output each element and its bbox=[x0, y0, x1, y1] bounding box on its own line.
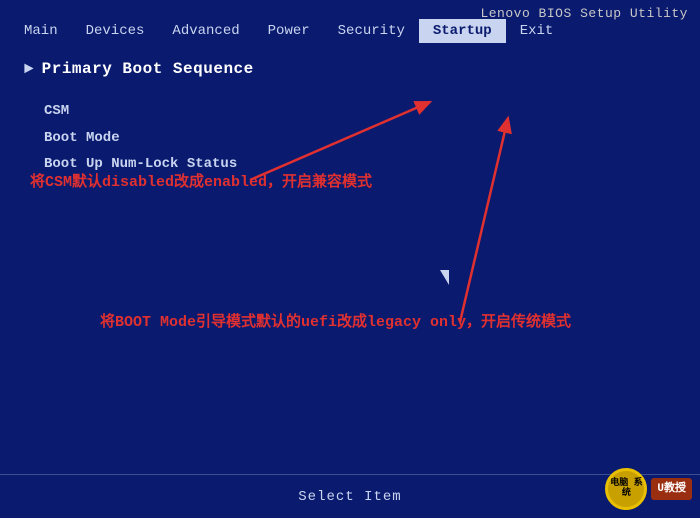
menu-item-devices[interactable]: Devices bbox=[72, 19, 159, 43]
setting-boot-mode[interactable]: Boot Mode bbox=[44, 125, 676, 152]
menu-item-exit[interactable]: Exit bbox=[506, 19, 568, 43]
settings-list: CSM Boot Mode Boot Up Num-Lock Status bbox=[44, 98, 676, 178]
watermark-label: U教授 bbox=[651, 478, 692, 500]
section-arrow-icon: ► bbox=[24, 60, 34, 78]
menu-item-startup[interactable]: Startup bbox=[419, 19, 506, 43]
annotation-boot-mode: 将BOOT Mode引导模式默认的uefi改成legacy only，开启传统模… bbox=[100, 310, 571, 331]
menu-item-power[interactable]: Power bbox=[254, 19, 324, 43]
mouse-cursor-icon bbox=[440, 270, 449, 285]
status-text: Select Item bbox=[298, 489, 401, 505]
content-area: ► Primary Boot Sequence CSM Boot Mode Bo… bbox=[0, 44, 700, 474]
watermark-circle: 电脑 系统 bbox=[605, 468, 647, 510]
section-title: Primary Boot Sequence bbox=[42, 60, 254, 78]
bios-title: Lenovo BIOS Setup Utility bbox=[480, 6, 688, 21]
status-bar: Select Item bbox=[0, 474, 700, 518]
menu-item-security[interactable]: Security bbox=[324, 19, 419, 43]
menu-bar: Lenovo BIOS Setup Utility Main Devices A… bbox=[0, 0, 700, 44]
setting-csm[interactable]: CSM bbox=[44, 98, 676, 125]
menu-item-main[interactable]: Main bbox=[10, 19, 72, 43]
watermark: 电脑 系统 U教授 bbox=[605, 468, 692, 510]
section-header: ► Primary Boot Sequence bbox=[24, 60, 676, 78]
menu-item-advanced[interactable]: Advanced bbox=[158, 19, 253, 43]
menu-items: Main Devices Advanced Power Security Sta… bbox=[10, 19, 690, 43]
annotation-csm: 将CSM默认disabled改成enabled，开启兼容模式 bbox=[30, 170, 372, 191]
bios-screen: Lenovo BIOS Setup Utility Main Devices A… bbox=[0, 0, 700, 518]
